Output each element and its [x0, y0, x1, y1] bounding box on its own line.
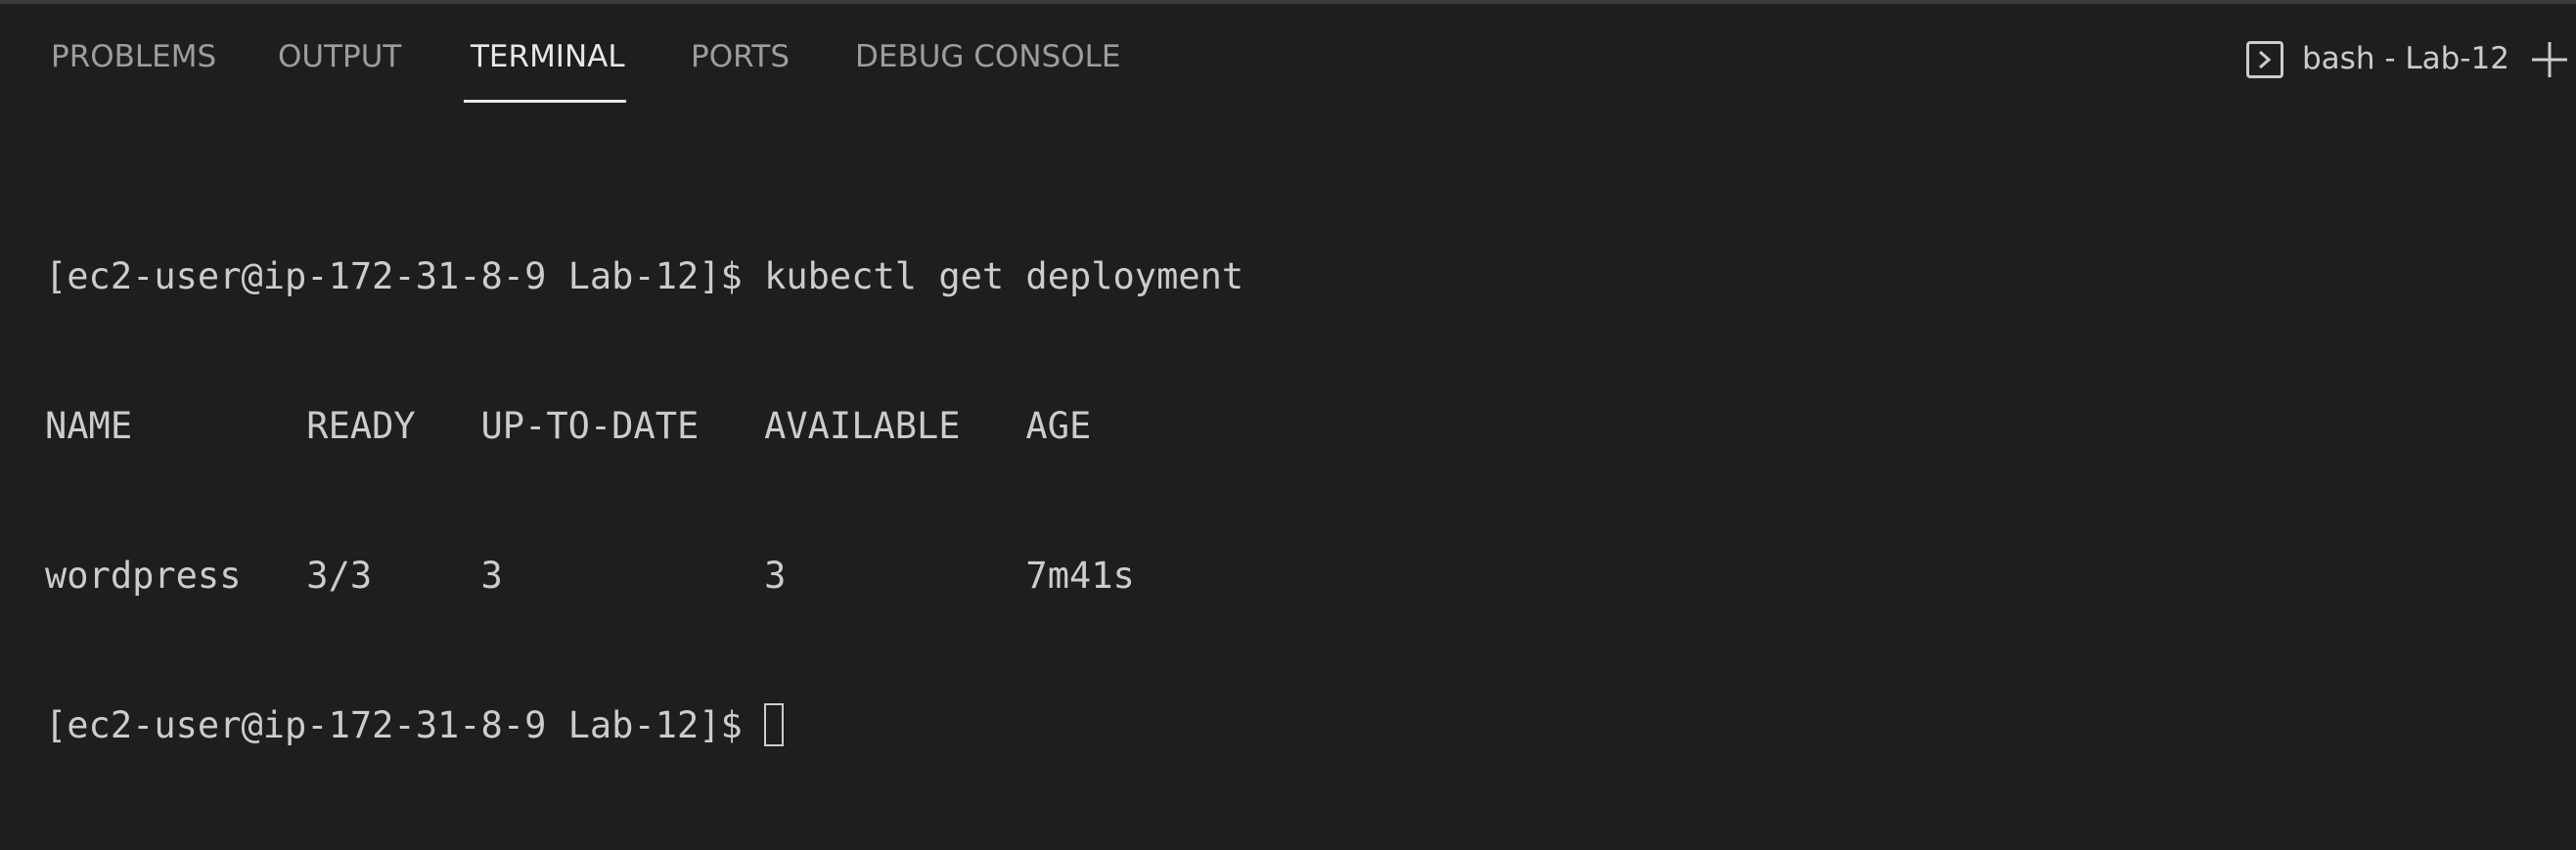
plus-icon[interactable] — [2530, 40, 2569, 79]
panel-tab-bar: PROBLEMS OUTPUT TERMINAL PORTS DEBUG CON… — [0, 4, 2576, 103]
terminal-line-command: [ec2-user@ip-172-31-8-9 Lab-12]$ kubectl… — [45, 251, 1243, 301]
tab-problems[interactable]: PROBLEMS — [51, 37, 216, 76]
active-tab-indicator — [464, 100, 626, 103]
terminal-panel: PROBLEMS OUTPUT TERMINAL PORTS DEBUG CON… — [0, 0, 2576, 746]
terminal-cursor — [764, 703, 785, 746]
tab-terminal[interactable]: TERMINAL — [471, 37, 625, 76]
table-header-line: NAME READY UP-TO-DATE AVAILABLE AGE — [45, 405, 1092, 447]
table-row-line: wordpress 3/3 3 3 7m41s — [45, 555, 1135, 597]
tab-ports[interactable]: PORTS — [691, 37, 790, 76]
terminal-icon[interactable] — [2246, 41, 2283, 78]
command-text: kubectl get deployment — [764, 255, 1244, 297]
shell-prompt: [ec2-user@ip-172-31-8-9 Lab-12]$ — [45, 704, 765, 746]
tab-output[interactable]: OUTPUT — [278, 37, 401, 76]
tab-debug-console[interactable]: DEBUG CONSOLE — [855, 37, 1120, 76]
terminal-instance-title[interactable]: bash - Lab-12 — [2302, 37, 2509, 80]
shell-prompt: [ec2-user@ip-172-31-8-9 Lab-12]$ — [45, 255, 765, 297]
terminal-line-current: [ec2-user@ip-172-31-8-9 Lab-12]$ — [45, 700, 1243, 750]
terminal-output[interactable]: [ec2-user@ip-172-31-8-9 Lab-12]$ kubectl… — [45, 152, 1243, 850]
